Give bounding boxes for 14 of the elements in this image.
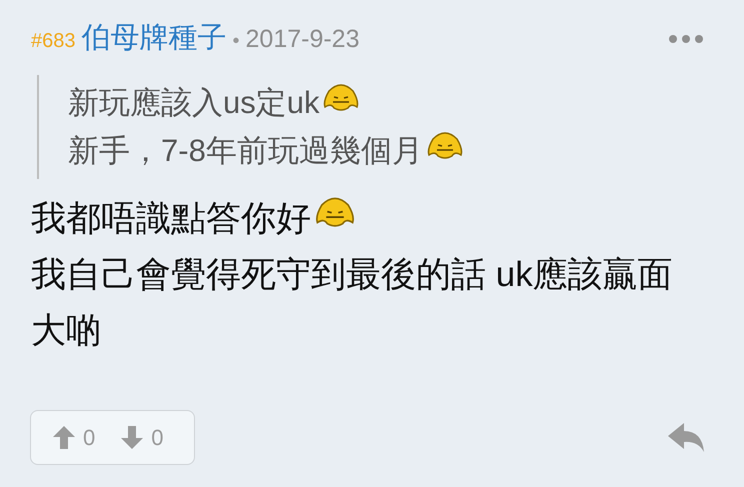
separator: • [232,29,240,54]
quote-line: 新手，7-8年前玩過幾個月 [68,126,744,174]
reply-icon[interactable] [668,423,704,452]
more-icon[interactable] [668,34,704,44]
author-name[interactable]: 伯母牌種子 [82,17,226,60]
post-date: 2017-9-23 [246,24,360,55]
message-text: 我都唔識點答你好 [31,190,703,246]
downvote-button[interactable]: 0 [121,421,164,454]
post-number: #683 [31,29,76,54]
up-arrow-icon [53,426,75,449]
upvote-button[interactable]: 0 [53,421,96,454]
message-text: 我自己會覺得死守到最後的話 uk應該贏面大啲 [31,254,674,352]
down-arrow-icon [121,426,144,449]
quote-line: 新玩應該入us定uk [68,78,744,126]
